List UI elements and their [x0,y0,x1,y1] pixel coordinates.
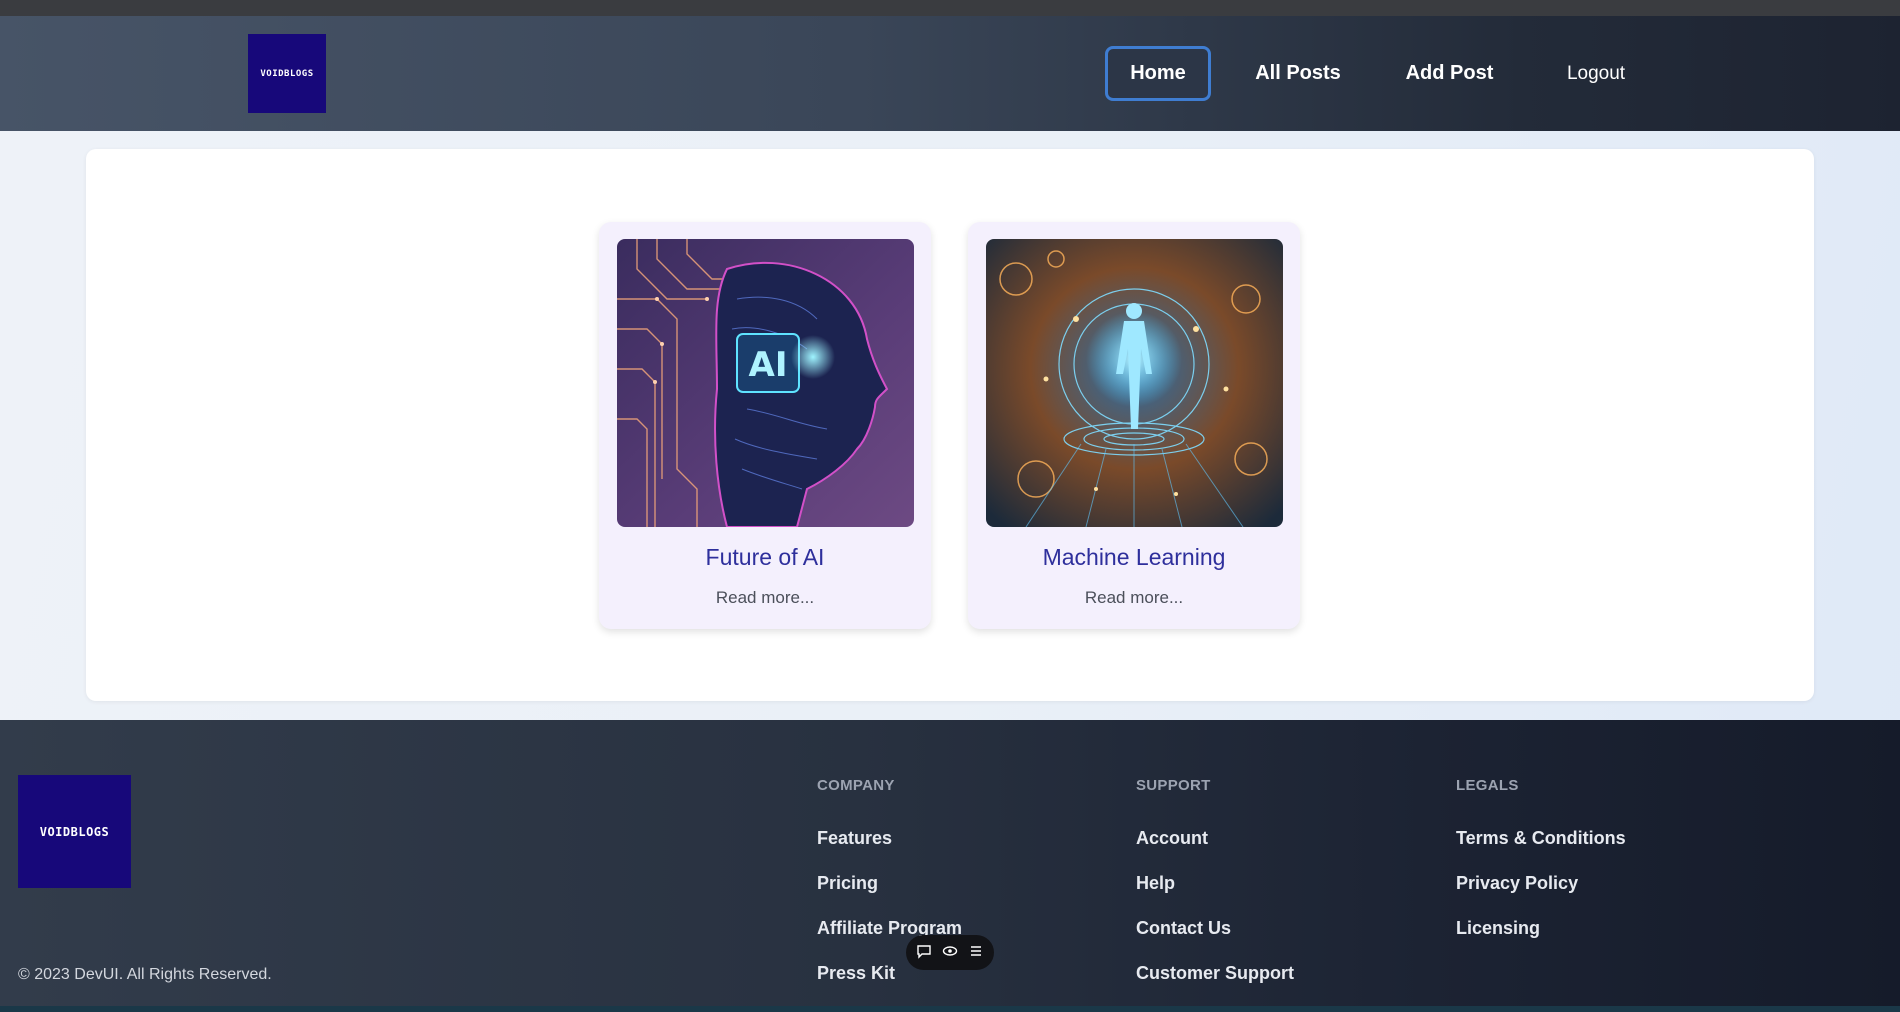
footer-link-privacy[interactable]: Privacy Policy [1456,873,1578,894]
footer-link-licensing[interactable]: Licensing [1456,918,1540,939]
post-title[interactable]: Future of AI [599,544,931,571]
footer-link-account[interactable]: Account [1136,828,1208,849]
floating-toolbar [906,935,994,970]
logo-text: VOIDBLOGS [39,824,110,839]
footer-link-press-kit[interactable]: Press Kit [817,963,895,984]
post-image-ml-figure[interactable] [986,239,1283,527]
svg-text:AI: AI [749,345,788,385]
footer-link-features[interactable]: Features [817,828,892,849]
post-title[interactable]: Machine Learning [968,544,1300,571]
copyright-text: © 2023 DevUI. All Rights Reserved. [18,966,272,983]
post-card-machine-learning[interactable]: Machine Learning Read more... [968,222,1300,629]
footer-link-customer-support[interactable]: Customer Support [1136,963,1294,984]
nav-home-link[interactable]: Home [1105,46,1211,101]
post-card-future-of-ai[interactable]: AI Future of AI Read more... [599,222,931,629]
browser-top-strip [0,0,1900,16]
logo-text: VOIDBLOGS [260,68,314,79]
eye-icon[interactable] [942,943,958,962]
company-heading: COMPANY [817,777,895,794]
logout-button[interactable]: Logout [1550,46,1642,101]
support-heading: SUPPORT [1136,777,1211,794]
site-header: VOIDBLOGS Home All Posts Add Post Logout [0,16,1900,131]
menu-icon[interactable] [968,943,984,962]
footer-link-pricing[interactable]: Pricing [817,873,878,894]
nav-add-post-link[interactable]: Add Post [1396,46,1503,101]
legals-heading: LEGALS [1456,777,1519,794]
bottom-edge [0,1006,1900,1012]
nav-all-posts-link[interactable]: All Posts [1243,46,1353,101]
chat-icon[interactable] [916,943,932,962]
footer-link-contact[interactable]: Contact Us [1136,918,1231,939]
footer-logo[interactable]: VOIDBLOGS [18,775,131,888]
posts-container [86,149,1814,701]
read-more-link[interactable]: Read more... [968,588,1300,608]
footer-link-terms[interactable]: Terms & Conditions [1456,828,1626,849]
footer-link-help[interactable]: Help [1136,873,1175,894]
read-more-link[interactable]: Read more... [599,588,931,608]
post-image-ai-head[interactable]: AI [617,239,914,527]
header-logo[interactable]: VOIDBLOGS [248,34,326,113]
